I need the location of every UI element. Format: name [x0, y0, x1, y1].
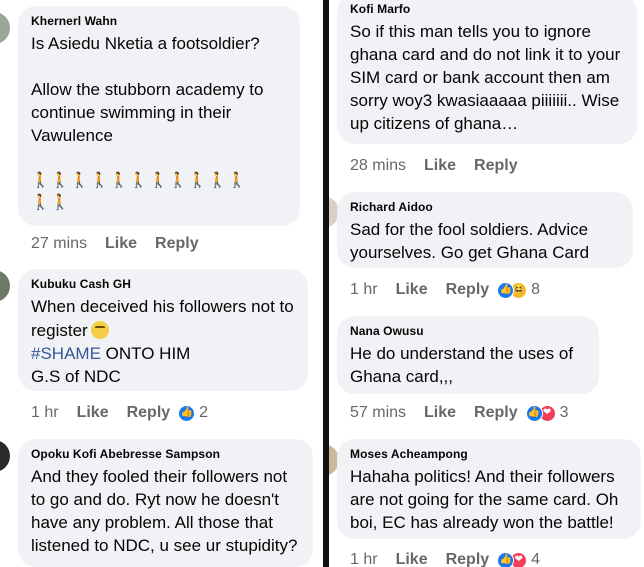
reply-button[interactable]: Reply [127, 403, 171, 423]
avatar[interactable] [0, 12, 10, 44]
avatar[interactable] [0, 440, 10, 472]
reply-button[interactable]: Reply [474, 403, 518, 423]
reaction-count: 2 [199, 404, 209, 421]
comment-line: ONTO HIM [100, 344, 191, 363]
reply-button[interactable]: Reply [446, 280, 490, 300]
like-button[interactable]: Like [105, 234, 137, 254]
comment-author[interactable]: Opoku Kofi Abebresse Sampson [31, 447, 301, 462]
walking-person-icon: 🚶🚶 [31, 194, 71, 211]
comment-text: Sad for the fool soldiers. Advice yourse… [350, 220, 590, 262]
left-comment-column: Khernerl Wahn Is Asiedu Nketia a footsol… [0, 0, 323, 567]
comment-text: So if this man tells you to ignore ghana… [350, 22, 621, 133]
comment-author[interactable]: Khernerl Wahn [31, 14, 288, 29]
like-button[interactable]: Like [424, 403, 456, 423]
comment-timestamp[interactable]: 1 hr [350, 280, 378, 300]
comment-bubble: Opoku Kofi Abebresse Sampson And they fo… [18, 439, 313, 567]
comment-actions: 27 mins Like Reply [31, 234, 217, 254]
hashtag-link[interactable]: #SHAME [31, 344, 101, 363]
comment-timestamp[interactable]: 27 mins [31, 234, 87, 254]
reaction-summary[interactable]: 👍 ❤ 3 [525, 403, 569, 423]
comment-timestamp[interactable]: 1 hr [350, 550, 378, 567]
like-button[interactable]: Like [424, 156, 456, 176]
comment-timestamp[interactable]: 57 mins [350, 403, 406, 423]
like-reaction-icon: 👍 [178, 404, 196, 422]
walking-person-icon: 🚶🚶🚶🚶🚶🚶🚶🚶🚶🚶🚶 [31, 172, 248, 189]
comment-text: When deceived his followers not to regis… [31, 295, 296, 388]
reaction-count: 8 [531, 281, 541, 298]
comment-line: When deceived his followers not to regis… [31, 297, 294, 340]
reply-button[interactable]: Reply [155, 234, 199, 254]
comment-line: Allow the stubborn academy to continue s… [31, 80, 264, 145]
comment-actions: 1 hr Like Reply 👍 😆 8 [350, 280, 540, 300]
comment-timestamp[interactable]: 28 mins [350, 156, 406, 176]
comment-actions: 28 mins Like Reply [350, 156, 536, 176]
comment-author[interactable]: Nana Owusu [350, 324, 587, 339]
comment-author[interactable]: Kofi Marfo [350, 2, 625, 17]
rolling-eyes-emoji-icon [90, 321, 109, 339]
comment-actions: 57 mins Like Reply 👍 ❤ 3 [350, 403, 569, 423]
comment-bubble: Moses Acheampong Hahaha politics! And th… [337, 439, 641, 539]
reaction-count: 3 [559, 404, 569, 421]
comment-bubble: Richard Aidoo Sad for the fool soldiers.… [337, 192, 633, 268]
comment-actions: 1 hr Like Reply 👍 2 [31, 403, 208, 423]
reply-button[interactable]: Reply [446, 550, 490, 567]
comment-author[interactable]: Kubuku Cash GH [31, 277, 296, 292]
comment-text: He do understand the uses of Ghana card,… [350, 344, 574, 386]
reaction-count: 4 [531, 551, 541, 567]
comment-timestamp[interactable]: 1 hr [31, 403, 59, 423]
comment-text: Is Asiedu Nketia a footsoldier? Allow th… [31, 32, 288, 214]
comment-author[interactable]: Richard Aidoo [350, 200, 621, 215]
avatar[interactable] [0, 270, 10, 302]
right-comment-column: Kofi Marfo So if this man tells you to i… [329, 0, 644, 567]
comment-text: And they fooled their followers not to g… [31, 467, 298, 555]
reaction-summary[interactable]: 👍 2 [178, 403, 208, 423]
reaction-summary[interactable]: 👍 ❤ 4 [497, 550, 540, 567]
like-reaction-icon: 👍 [497, 281, 515, 299]
comment-bubble: Kofi Marfo So if this man tells you to i… [337, 0, 637, 144]
comment-bubble: Kubuku Cash GH When deceived his followe… [18, 269, 308, 391]
comment-text: Hahaha politics! And their followers are… [350, 467, 619, 532]
reaction-summary[interactable]: 👍 😆 8 [497, 280, 540, 300]
comment-author[interactable]: Moses Acheampong [350, 447, 629, 462]
comment-actions: 1 hr Like Reply 👍 ❤ 4 [350, 550, 540, 567]
like-reaction-icon: 👍 [497, 551, 515, 567]
comment-bubble: Khernerl Wahn Is Asiedu Nketia a footsol… [18, 6, 300, 226]
like-button[interactable]: Like [77, 403, 109, 423]
like-button[interactable]: Like [396, 550, 428, 567]
like-reaction-icon: 👍 [525, 404, 543, 422]
comment-line: Is Asiedu Nketia a footsoldier? [31, 34, 260, 53]
reply-button[interactable]: Reply [474, 156, 518, 176]
comment-bubble: Nana Owusu He do understand the uses of … [337, 316, 599, 394]
comment-line: G.S of NDC [31, 367, 121, 386]
like-button[interactable]: Like [396, 280, 428, 300]
